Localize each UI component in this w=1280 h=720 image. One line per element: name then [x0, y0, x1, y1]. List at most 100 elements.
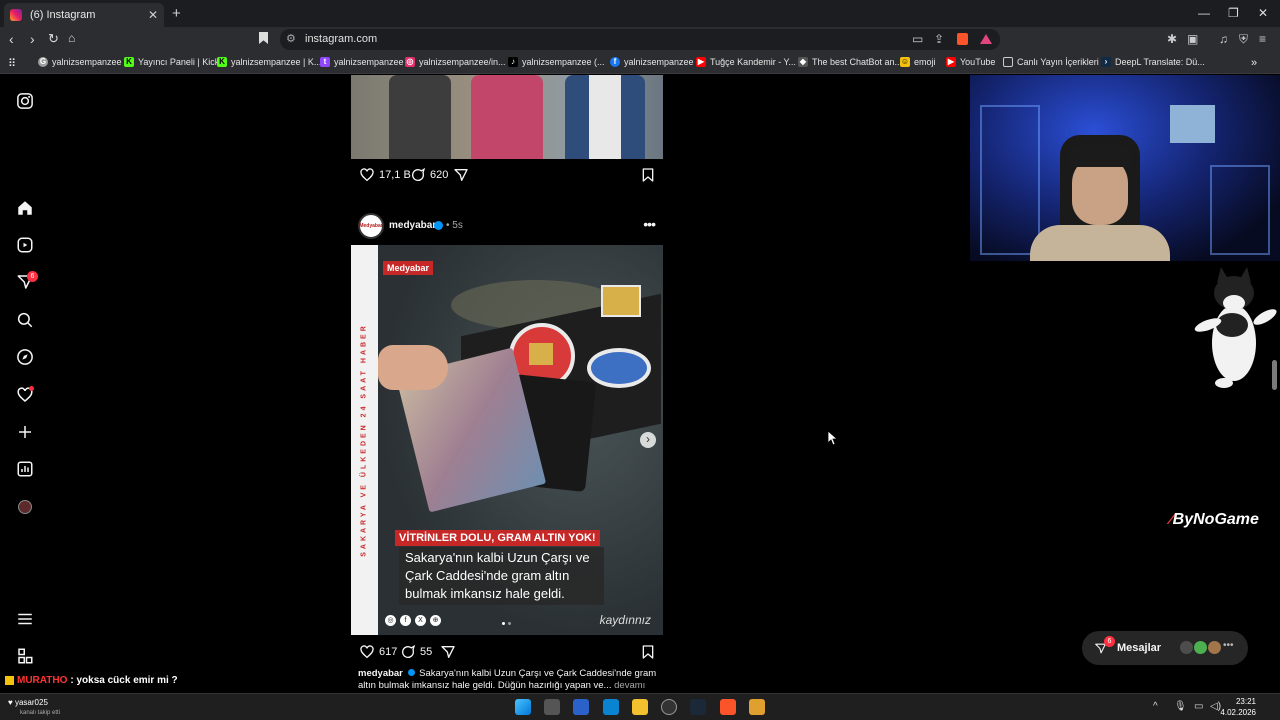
app-icon[interactable]	[749, 699, 765, 715]
brave-rewards-icon[interactable]	[980, 34, 992, 44]
bookmark-item[interactable]: ♪ yalnizsempanzee (...	[508, 57, 605, 67]
app-icon[interactable]	[573, 699, 589, 715]
store-icon[interactable]	[603, 699, 619, 715]
follower-name: yasar025	[14, 698, 48, 707]
cast-icon[interactable]: ▭	[912, 32, 923, 46]
bookmark-icon[interactable]	[259, 32, 268, 44]
search-icon[interactable]	[16, 311, 34, 329]
bookmark-item[interactable]: ☺ emoji	[900, 57, 936, 67]
obs-icon[interactable]	[661, 699, 677, 715]
author-avatar[interactable]: Medyabar	[358, 213, 384, 239]
new-tab-button[interactable]: +	[172, 5, 181, 22]
reload-icon[interactable]: ↻	[48, 31, 59, 47]
bookmark-item[interactable]: › DeepL Translate: Dü...	[1101, 57, 1205, 67]
windows-start-icon[interactable]	[515, 699, 531, 715]
home-icon[interactable]: ⌂	[68, 31, 75, 45]
apps-grid-icon[interactable]: ⠿	[8, 57, 16, 70]
also-from-meta-icon[interactable]	[16, 647, 34, 665]
bookmark-item[interactable]: ▶ Tuğçe Kandemir - Y...	[696, 57, 796, 67]
caption-more-link[interactable]: devamı	[614, 680, 645, 691]
save-button[interactable]	[640, 644, 660, 660]
bookmark-item[interactable]: K Yayıncı Paneli | Kick	[124, 57, 219, 67]
task-view-icon[interactable]	[544, 699, 560, 715]
post-options-icon[interactable]: •••	[643, 216, 656, 232]
sidebar-toggle-icon[interactable]: ▣	[1187, 32, 1198, 46]
facebook-icon: f	[610, 57, 620, 67]
bookmark-item[interactable]: Gyalnizsempanzee	[38, 57, 122, 67]
explore-compass-icon[interactable]	[16, 348, 34, 366]
file-explorer-icon[interactable]	[632, 699, 648, 715]
x-small-icon: X	[415, 615, 426, 626]
post-time[interactable]: • 5s	[446, 220, 463, 231]
close-window-button[interactable]: ✕	[1258, 6, 1268, 20]
instagram-icon: ◎	[405, 57, 415, 67]
microphone-icon[interactable]: 🎙	[1174, 701, 1187, 712]
instagram-favicon-icon	[10, 9, 22, 21]
media-icon[interactable]: ♫	[1219, 32, 1228, 46]
more-chats-icon: •••	[1223, 640, 1234, 651]
url-text[interactable]: instagram.com	[305, 33, 377, 45]
tab-instagram[interactable]: (6) Instagram ✕	[4, 3, 164, 27]
windows-taskbar: ♥ yasar025 kanalı takip etti ^ 🎙 ▭ ◁) 23…	[0, 693, 1280, 720]
carousel-next-icon[interactable]: ›	[640, 432, 656, 448]
caption-username[interactable]: medyabar	[358, 668, 403, 679]
like-button[interactable]: 617	[359, 644, 397, 660]
headline-body: Sakarya'nın kalbi Uzun Çarşı ve Çark Cad…	[399, 547, 604, 605]
back-icon[interactable]: ‹	[9, 31, 14, 47]
bookmark-item[interactable]: ◎ yalnizsempanzee/in...	[405, 57, 506, 67]
brave-shields-icon[interactable]	[957, 33, 968, 45]
system-clock[interactable]: 23:21 4.02.2026	[1220, 696, 1256, 718]
comment-button[interactable]: 55	[400, 644, 432, 660]
more-menu-icon[interactable]	[16, 610, 34, 628]
bookmark-item[interactable]: t yalnizsempanzee	[320, 57, 404, 67]
bookmark-folder[interactable]: Canlı Yayın İçerikleri	[1003, 57, 1099, 67]
messages-badge: 6	[1104, 636, 1115, 647]
bookmark-item[interactable]: ▶ YouTube	[946, 57, 995, 67]
share-icon[interactable]: ⇪	[934, 32, 944, 46]
tab-close-icon[interactable]: ✕	[148, 8, 158, 22]
maximize-button[interactable]: ❐	[1228, 6, 1239, 20]
minimize-button[interactable]: —	[1198, 6, 1210, 20]
extensions-icon[interactable]: ✱	[1167, 32, 1177, 46]
more-bookmarks-icon[interactable]: »	[1251, 57, 1257, 69]
address-bar[interactable]: ⚙ instagram.com ▭ ⇪	[280, 29, 1000, 50]
notification-dot	[29, 386, 34, 391]
steam-icon[interactable]	[690, 699, 706, 715]
network-icon[interactable]: ▭	[1194, 701, 1203, 712]
comment-button[interactable]: 620	[410, 167, 448, 183]
chatbot-icon: ◆	[798, 57, 808, 67]
twitch-icon: t	[320, 57, 330, 67]
heart-icon	[360, 168, 374, 182]
reels-icon[interactable]	[16, 236, 34, 254]
post-actions: 617 55	[351, 644, 663, 666]
news-brand-tag: Medyabar	[383, 261, 434, 275]
heart-icon	[360, 645, 374, 659]
site-info-icon[interactable]: ⚙	[286, 32, 296, 45]
menu-icon[interactable]: ≡	[1259, 32, 1266, 46]
create-plus-icon[interactable]	[16, 423, 34, 441]
post-image-previous[interactable]	[351, 75, 663, 159]
author-username[interactable]: medyabar	[389, 220, 436, 231]
bookmark-item[interactable]: Kyalnizsempanzee | K...	[217, 57, 321, 67]
like-button[interactable]: 17,1 B	[359, 167, 411, 183]
stream-chat-message: MURATHO : yoksa cück emir mi ?	[5, 675, 178, 686]
dashboard-icon[interactable]	[16, 460, 34, 478]
share-button[interactable]	[453, 167, 473, 183]
vpn-shield-icon[interactable]: ⛨	[1239, 32, 1248, 47]
brave-browser-icon[interactable]	[720, 699, 736, 715]
verified-badge-icon	[407, 669, 415, 676]
instagram-logo-icon[interactable]	[16, 92, 34, 110]
volume-icon[interactable]: ◁)	[1210, 701, 1221, 712]
home-nav-icon[interactable]	[16, 199, 34, 217]
forward-icon[interactable]: ›	[30, 31, 35, 47]
save-button[interactable]	[640, 167, 660, 183]
messages-button[interactable]: 6 Mesajlar •••	[1082, 631, 1248, 665]
profile-avatar[interactable]	[18, 500, 32, 514]
share-paper-plane-icon	[454, 169, 468, 181]
bookmark-item[interactable]: f yalnizsempanzee	[610, 57, 694, 67]
share-button[interactable]	[440, 644, 460, 660]
social-icons: ◎ f X ⊕	[385, 615, 441, 626]
bookmark-item[interactable]: ◆ The best ChatBot an...	[798, 57, 902, 67]
post-image[interactable]: SAKARYA VE ÜLKEDEN 24 SAAT HABER Medyaba…	[351, 245, 663, 635]
tray-expand-icon[interactable]: ^	[1153, 701, 1158, 712]
